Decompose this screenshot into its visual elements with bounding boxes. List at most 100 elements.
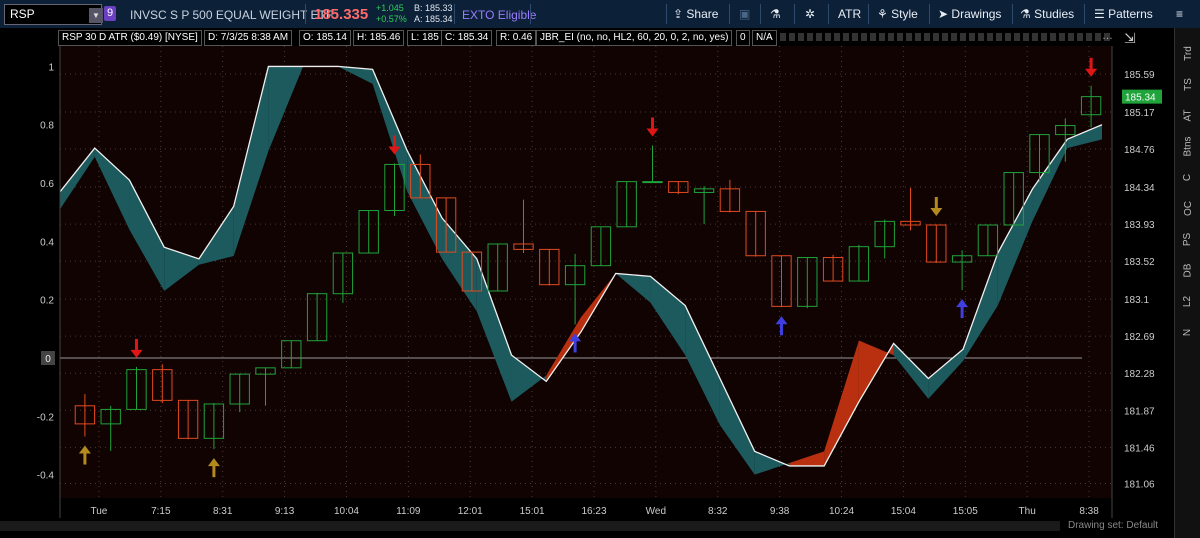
x-tick-label: 8:31 bbox=[213, 506, 233, 517]
tab-l2[interactable]: L2 bbox=[1175, 296, 1200, 324]
collapse-icon[interactable]: ⇲ bbox=[1124, 30, 1136, 47]
studies-icon: ⚗ bbox=[1020, 7, 1031, 21]
exto-eligible-label: EXTO Eligible bbox=[462, 8, 537, 22]
price-tick-label: 184.34 bbox=[1124, 183, 1155, 194]
price-tick-label: 184.76 bbox=[1124, 145, 1155, 156]
x-tick-label: 7:15 bbox=[151, 506, 171, 517]
share-icon: ⇪ bbox=[673, 7, 684, 21]
right-sidebar: Trd TS AT Btns C OC PS DB L2 N bbox=[1174, 28, 1200, 538]
menu-icon[interactable]: ≡ bbox=[1176, 0, 1183, 28]
gear-icon[interactable]: ✲ bbox=[805, 0, 815, 28]
share-label: Share bbox=[686, 7, 719, 21]
osc-tick-label: -0.4 bbox=[37, 471, 55, 482]
tab-db[interactable]: DB bbox=[1175, 264, 1200, 293]
x-tick-label: 10:24 bbox=[829, 506, 854, 517]
more-icon[interactable]: … bbox=[1102, 30, 1113, 42]
symbol-dropdown-icon[interactable]: ▼ bbox=[89, 8, 103, 23]
bid-price: B: 185.33 bbox=[414, 3, 453, 13]
link-group-badge[interactable]: 9 bbox=[104, 6, 116, 21]
left-axis-bg bbox=[0, 46, 60, 518]
price-tick-label: 181.87 bbox=[1124, 406, 1155, 417]
study-label: JBR_EI (no, no, HL2, 60, 20, 0, 2, no, y… bbox=[536, 30, 733, 46]
tab-ps[interactable]: PS bbox=[1175, 233, 1200, 262]
drawings-label: Drawings bbox=[951, 7, 1002, 21]
bar-open: O: 185.14 bbox=[299, 30, 351, 46]
x-tick-label: 9:13 bbox=[275, 506, 295, 517]
divider bbox=[1012, 4, 1013, 24]
divider bbox=[454, 4, 455, 24]
divider bbox=[666, 4, 667, 24]
pct-change: +0.57% bbox=[376, 14, 407, 24]
last-price-label: 185.34 bbox=[1125, 93, 1156, 104]
price-tick-label: 181.46 bbox=[1124, 443, 1155, 454]
x-tick-label: 8:32 bbox=[708, 506, 728, 517]
osc-tick-label: 0.4 bbox=[40, 237, 54, 248]
osc-tick-label: 0.2 bbox=[40, 296, 54, 307]
candle-body bbox=[642, 181, 663, 184]
net-change: +1.045 bbox=[376, 3, 404, 13]
tab-n[interactable]: N bbox=[1175, 327, 1200, 355]
tab-trd[interactable]: Trd bbox=[1175, 46, 1200, 76]
divider bbox=[729, 4, 730, 24]
bar-high: H: 185.46 bbox=[353, 30, 405, 46]
osc-tick-label: -0.2 bbox=[37, 412, 55, 423]
tab-btns[interactable]: Btns bbox=[1175, 136, 1200, 169]
style-button[interactable]: ⚘ Style bbox=[877, 0, 918, 28]
style-icon: ⚘ bbox=[877, 7, 888, 21]
time-scrollbar[interactable] bbox=[0, 521, 1060, 531]
symbol-input[interactable]: RSP ▼ bbox=[4, 4, 103, 25]
x-tick-label: 15:05 bbox=[953, 506, 978, 517]
price-tick-label: 183.1 bbox=[1124, 295, 1149, 306]
bar-date: D: 7/3/25 8:38 AM bbox=[204, 30, 293, 46]
osc-tick-label: 0.6 bbox=[40, 179, 54, 190]
symbol-description: INVSC S P 500 EQUAL WEIGHT ETF bbox=[130, 8, 334, 22]
x-tick-label: 8:38 bbox=[1079, 506, 1099, 517]
x-tick-label: Tue bbox=[91, 506, 108, 517]
top-toolbar: RSP ▼ 9 INVSC S P 500 EQUAL WEIGHT ETF 18… bbox=[0, 0, 1200, 29]
osc-tick-label: 0.8 bbox=[40, 121, 54, 132]
divider bbox=[1084, 4, 1085, 24]
x-tick-label: 10:04 bbox=[334, 506, 359, 517]
price-tick-label: 185.59 bbox=[1124, 70, 1155, 81]
divider bbox=[305, 4, 306, 24]
osc-tick-label: 1 bbox=[48, 62, 54, 73]
chart-svg[interactable]: 185.59 185.17 184.76 184.34 183.93 183.52 183.… bbox=[0, 28, 1174, 538]
atr-button[interactable]: ATR bbox=[838, 0, 861, 28]
x-tick-label: Wed bbox=[646, 506, 666, 517]
x-tick-label: 15:01 bbox=[520, 506, 545, 517]
flask-icon[interactable]: ⚗ bbox=[770, 0, 781, 28]
x-tick-label: 16:23 bbox=[581, 506, 606, 517]
studies-button[interactable]: ⚗ Studies bbox=[1020, 0, 1074, 28]
chart-area: 185.59 185.17 184.76 184.34 183.93 183.52 183.… bbox=[0, 28, 1200, 538]
patterns-button[interactable]: ☰ Patterns bbox=[1094, 0, 1153, 28]
share-button[interactable]: ⇪ Share bbox=[673, 0, 718, 28]
divider bbox=[868, 4, 869, 24]
divider bbox=[794, 4, 795, 24]
divider bbox=[828, 4, 829, 24]
x-tick-label: 15:04 bbox=[891, 506, 916, 517]
bar-close: C: 185.34 bbox=[441, 30, 493, 46]
patterns-label: Patterns bbox=[1108, 7, 1153, 21]
x-tick-label: 12:01 bbox=[458, 506, 483, 517]
x-tick-label: 9:38 bbox=[770, 506, 790, 517]
price-tick-label: 183.52 bbox=[1124, 257, 1155, 268]
bar-low: L: 185 bbox=[407, 30, 443, 46]
symbol-text: RSP bbox=[10, 7, 35, 21]
drawings-button[interactable]: ➤ Drawings bbox=[938, 0, 1001, 28]
tab-at[interactable]: AT bbox=[1175, 109, 1200, 138]
studies-label: Studies bbox=[1034, 7, 1075, 21]
tab-ts[interactable]: TS bbox=[1175, 78, 1200, 107]
ask-price: A: 185.34 bbox=[414, 14, 453, 24]
tab-oc[interactable]: OC bbox=[1175, 201, 1200, 231]
drawing-set-label: Drawing set: Default bbox=[1068, 520, 1159, 531]
price-tick-label: 181.06 bbox=[1124, 480, 1155, 491]
cursor-icon: ➤ bbox=[938, 7, 949, 21]
price-tick-label: 185.17 bbox=[1124, 108, 1155, 119]
price-tick-label: 182.69 bbox=[1124, 332, 1155, 343]
x-tick-label: Thu bbox=[1019, 506, 1036, 517]
price-tick-label: 182.28 bbox=[1124, 369, 1155, 380]
tab-c[interactable]: C bbox=[1175, 172, 1200, 200]
osc-tick-label: 0 bbox=[45, 354, 51, 365]
camera-icon[interactable]: ▣ bbox=[739, 0, 750, 28]
study-na: N/A bbox=[752, 30, 777, 46]
